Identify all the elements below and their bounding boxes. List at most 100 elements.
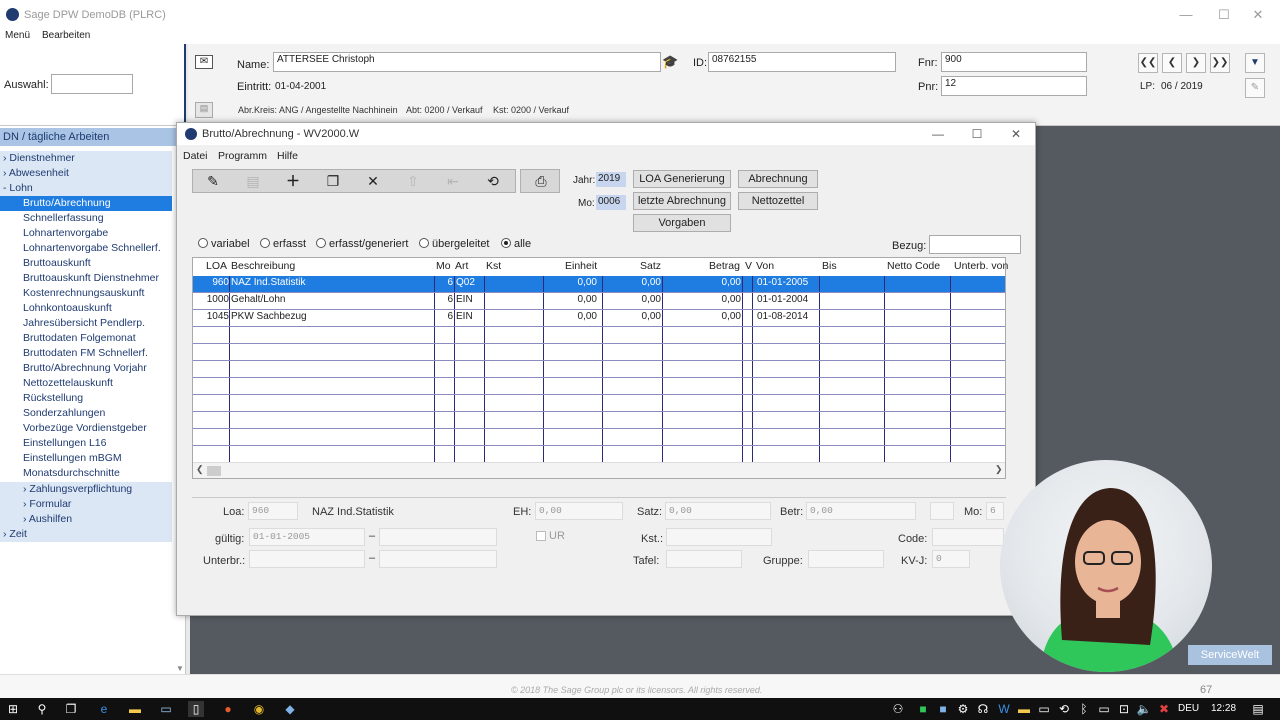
powerpoint-icon[interactable]: ● <box>220 701 236 717</box>
tafel-input[interactable] <box>666 550 742 568</box>
nav-item-bruttoauskunft-dienstnehmer[interactable]: Bruttoauskunft Dienstnehmer <box>23 271 159 286</box>
dialog-close-icon[interactable]: ✕ <box>1003 125 1029 143</box>
scroll-down-icon[interactable]: ▼ <box>176 664 186 673</box>
col-beschreibung[interactable]: Beschreibung <box>231 260 295 272</box>
nav-item-aushilfen[interactable]: › Aushilfen <box>0 512 172 527</box>
horizontal-scrollbar[interactable]: ❮ ❯ <box>193 462 1005 478</box>
move-up-icon[interactable]: ⇧ <box>393 170 433 192</box>
tray-app-icon[interactable]: ■ <box>915 701 931 717</box>
col-bis[interactable]: Bis <box>822 260 837 272</box>
sage-app-icon[interactable]: ▯ <box>188 701 204 717</box>
edge-browser-icon[interactable]: e <box>96 701 112 717</box>
v-input[interactable] <box>930 502 954 520</box>
gueltig-to-input[interactable] <box>379 528 497 546</box>
letzte-abrechnung-button[interactable]: letzte Abrechnung <box>633 192 731 210</box>
filter-icon[interactable]: ▼ <box>1245 53 1265 73</box>
clock[interactable]: 12:28 <box>1211 703 1236 714</box>
dialog-maximize-icon[interactable]: ☐ <box>964 125 990 143</box>
filter-erfasst[interactable]: erfasst <box>260 238 306 250</box>
app-icon[interactable]: ◆ <box>282 701 298 717</box>
insert-icon[interactable]: ⇤ <box>433 170 473 192</box>
chrome-icon[interactable]: ◉ <box>251 701 267 717</box>
mo-input[interactable]: 0006 <box>596 195 626 210</box>
bezug-input[interactable] <box>929 235 1021 254</box>
tray-network-app-icon[interactable]: ■ <box>935 701 951 717</box>
search-icon[interactable]: ⚲ <box>34 701 50 717</box>
menu-hilfe[interactable]: Hilfe <box>277 150 298 162</box>
menu-bearbeiten[interactable]: Bearbeiten <box>42 30 90 41</box>
nav-item-formular[interactable]: › Formular <box>0 497 172 512</box>
col-loa[interactable]: LOA <box>206 260 227 272</box>
col-netto[interactable]: Netto <box>887 260 912 272</box>
task-view-icon[interactable]: ❐ <box>63 701 79 717</box>
filter-uebergeleitet[interactable]: übergeleitet <box>419 238 490 250</box>
menu-datei[interactable]: Datei <box>183 150 208 162</box>
file-explorer-icon[interactable]: ▬ <box>127 701 143 717</box>
tray-sync-icon[interactable]: ⟲ <box>1056 701 1072 717</box>
keyboard-language[interactable]: DEU <box>1178 703 1199 714</box>
radio-icon[interactable] <box>419 238 429 248</box>
first-record-icon[interactable]: ❮❮ <box>1138 53 1158 73</box>
radio-selected-icon[interactable] <box>501 238 511 248</box>
nav-item-zeit[interactable]: › Zeit <box>0 527 172 542</box>
refresh-icon[interactable]: ⟲ <box>473 170 513 192</box>
vorgaben-button[interactable]: Vorgaben <box>633 214 731 232</box>
col-code[interactable]: Code <box>915 260 940 272</box>
app-window-icon[interactable]: ▭ <box>158 701 174 717</box>
nav-item-lohnartenvorgabe-schnellerf[interactable]: Lohnartenvorgabe Schnellerf. <box>23 241 161 256</box>
col-betrag[interactable]: Betrag <box>709 260 740 272</box>
delete-icon[interactable]: ✕ <box>353 170 393 192</box>
nav-item-bruttoauskunft[interactable]: Bruttoauskunft <box>23 256 91 271</box>
tray-settings-icon[interactable]: ⚙ <box>955 701 971 717</box>
col-von[interactable]: Von <box>756 260 774 272</box>
copy-icon[interactable]: ❐ <box>313 170 353 192</box>
nav-item-dienstnehmer[interactable]: › Dienstnehmer <box>0 151 172 166</box>
mo-detail-input[interactable]: 6 <box>986 502 1004 520</box>
export-icon[interactable]: ⎙ <box>521 170 561 192</box>
tray-word-icon[interactable]: W <box>996 701 1012 717</box>
last-record-icon[interactable]: ❯❯ <box>1210 53 1230 73</box>
radio-icon[interactable] <box>316 238 326 248</box>
tray-battery-icon[interactable]: ▭ <box>1096 701 1112 717</box>
people-icon[interactable]: ⚇ <box>890 701 906 717</box>
nav-item-einstellungen-mbgm[interactable]: Einstellungen mBGM <box>23 451 122 466</box>
add-icon[interactable]: ＋ <box>273 170 313 192</box>
loa-input[interactable]: 960 <box>248 502 298 520</box>
radio-icon[interactable] <box>198 238 208 248</box>
col-satz[interactable]: Satz <box>640 260 661 272</box>
eh-input[interactable]: 0,00 <box>535 502 623 520</box>
tray-bluetooth-icon[interactable]: ᛒ <box>1076 701 1092 717</box>
jahr-input[interactable]: 2019 <box>596 172 626 187</box>
nav-item-bruttodaten-fm[interactable]: Bruttodaten FM Schnellerf. <box>23 346 148 361</box>
save-icon[interactable]: ▤ <box>233 170 273 192</box>
nav-item-bruttodaten-folgemonat[interactable]: Bruttodaten Folgemonat <box>23 331 136 346</box>
graduate-cap-icon[interactable]: 🎓 <box>662 54 678 70</box>
nav-item-abwesenheit[interactable]: › Abwesenheit <box>0 166 172 181</box>
menu-programm[interactable]: Programm <box>218 150 267 162</box>
scroll-thumb[interactable] <box>207 466 221 476</box>
nav-item-sonderzahlungen[interactable]: Sonderzahlungen <box>23 406 105 421</box>
volume-icon[interactable]: 🔈 <box>1136 701 1152 717</box>
nav-item-schnellerfassung[interactable]: Schnellerfassung <box>23 211 104 226</box>
pnr-input[interactable]: 12 <box>941 76 1087 96</box>
unterbr-to-input[interactable] <box>379 550 497 568</box>
abrechnung-button[interactable]: Abrechnung <box>738 170 818 188</box>
col-v[interactable]: V <box>745 260 752 272</box>
betr-input[interactable]: 0,00 <box>806 502 916 520</box>
col-einheit[interactable]: Einheit <box>565 260 597 272</box>
nav-item-kostenrechnungsauskunft[interactable]: Kostenrechnungsauskunft <box>23 286 144 301</box>
gruppe-input[interactable] <box>808 550 884 568</box>
mail-icon[interactable]: ✉ <box>195 55 213 69</box>
windows-start-icon[interactable]: ⊞ <box>5 701 21 717</box>
scroll-right-icon[interactable]: ❯ <box>995 464 1003 475</box>
name-input[interactable]: ATTERSEE Christoph <box>273 52 661 72</box>
calendar-icon[interactable]: ▤ <box>195 102 213 118</box>
unterbr-from-input[interactable] <box>249 550 365 568</box>
tray-screen-icon[interactable]: ▭ <box>1036 701 1052 717</box>
loa-generierung-button[interactable]: LOA Generierung <box>633 170 731 188</box>
auswahl-input[interactable] <box>51 74 133 94</box>
maximize-icon[interactable]: ☐ <box>1210 6 1238 24</box>
radio-icon[interactable] <box>260 238 270 248</box>
nav-item-lohn[interactable]: - Lohn <box>0 181 172 196</box>
col-kst[interactable]: Kst <box>486 260 501 272</box>
